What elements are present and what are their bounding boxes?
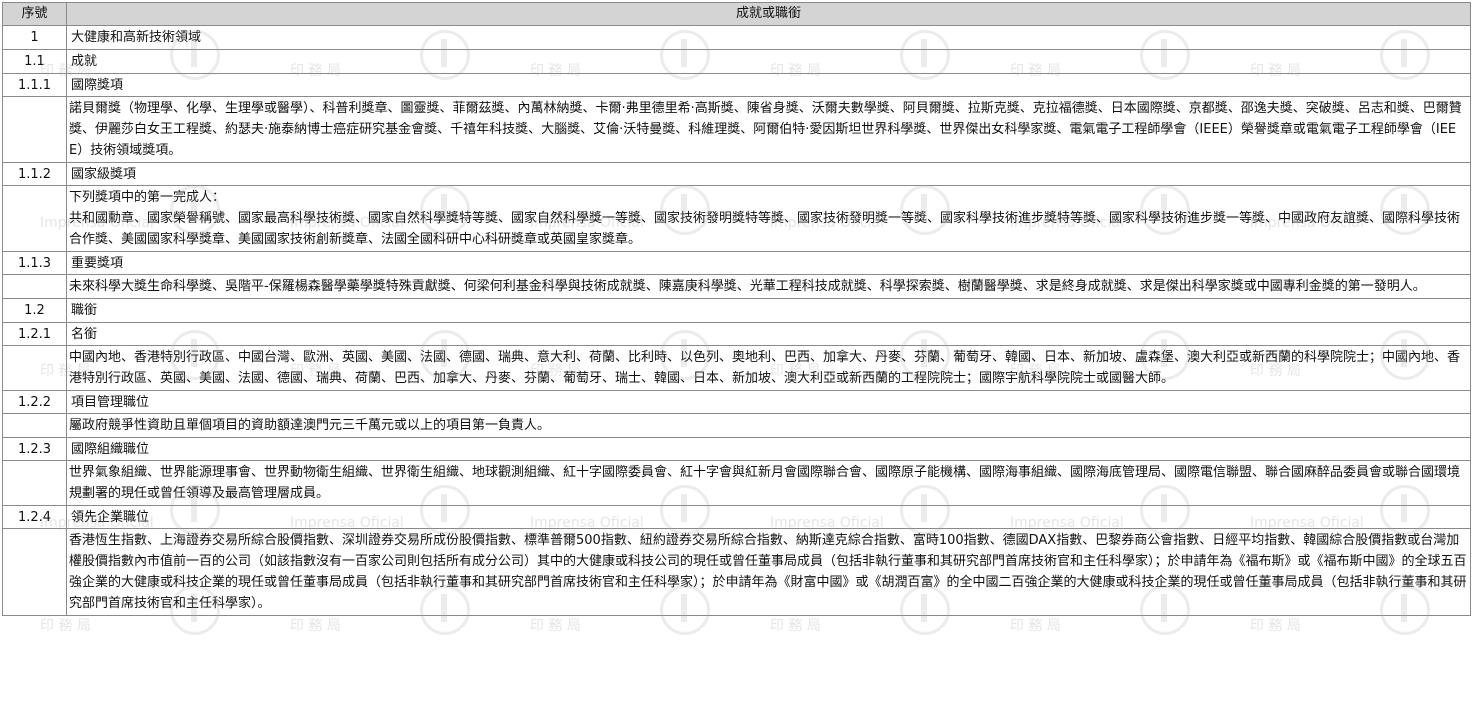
section-content-row: 屬政府競爭性資助且單個項目的資助額達澳門元三千萬元或以上的項目第一負責人。 [2,413,1471,438]
section-heading-row: 1 大健康和高新技術領域 [2,25,1471,50]
section-title: 成就 [66,49,1471,74]
section-number: 1.2.3 [2,437,67,461]
section-title: 國際獎項 [66,73,1471,97]
watermark-text: 印 務 局 [770,618,821,634]
header-achievement-or-title: 成就或職銜 [66,2,1471,26]
section-title: 領先企業職位 [66,505,1471,529]
section-heading-row: 1.2.3 國際組織職位 [2,437,1471,461]
section-content-text: 諾貝爾獎（物理學、化學、生理學或醫學）、科普利獎章、圖靈獎、菲爾茲獎、內萬林納獎… [66,96,1471,163]
empty-number-cell [2,460,67,506]
section-content-text: 未來科學大獎生命科學獎、吳階平-保羅楊森醫學藥學獎特殊貢獻獎、何梁何利基金科學與… [66,274,1471,299]
section-number: 1 [2,25,67,50]
empty-number-cell [2,185,67,252]
section-title: 重要獎項 [66,251,1471,275]
watermark-text: 印 務 局 [530,618,581,634]
table-header-row: 序號 成就或職銜 [2,2,1471,26]
section-heading-row: 1.2.1 名銜 [2,322,1471,346]
section-number: 1.2.1 [2,322,67,346]
section-title: 項目管理職位 [66,390,1471,414]
section-title: 國家級獎項 [66,162,1471,186]
watermark-text: 印 務 局 [1250,618,1301,634]
section-heading-row: 1.2.2 項目管理職位 [2,390,1471,414]
empty-number-cell [2,528,67,616]
section-content-text: 世界氣象組織、世界能源理事會、世界動物衛生組織、世界衛生組織、地球觀測組織、紅十… [66,460,1471,506]
watermark-text: 印 務 局 [290,618,341,634]
section-heading-row: 1.1.3 重要獎項 [2,251,1471,275]
section-content-row: 香港恆生指數、上海證券交易所綜合股價指數、深圳證券交易所成份股價指數、標準普爾5… [2,528,1471,616]
section-title: 職銜 [66,298,1471,323]
section-content-row: 世界氣象組織、世界能源理事會、世界動物衛生組織、世界衛生組織、地球觀測組織、紅十… [2,460,1471,506]
section-heading-row: 1.2.4 領先企業職位 [2,505,1471,529]
regulation-table-container: 序號 成就或職銜 1 大健康和高新技術領域 1.1 成就 1.1.1 國際獎項 諾貝爾獎（物… [2,2,1471,616]
section-content-text: 香港恆生指數、上海證券交易所綜合股價指數、深圳證券交易所成份股價指數、標準普爾5… [66,528,1471,616]
section-content-row: 中國內地、香港特別行政區、中國台灣、歐洲、英國、美國、法國、德國、瑞典、意大利、… [2,345,1471,391]
achievements-table: 序號 成就或職銜 1 大健康和高新技術領域 1.1 成就 1.1.1 國際獎項 諾貝爾獎（物… [2,2,1471,616]
section-number: 1.1.2 [2,162,67,186]
section-number: 1.2.2 [2,390,67,414]
section-content-text: 屬政府競爭性資助且單個項目的資助額達澳門元三千萬元或以上的項目第一負責人。 [66,413,1471,438]
section-content-row: 下列獎項中的第一完成人： 共和國勳章、國家榮譽稱號、國家最高科學技術獎、國家自然… [2,185,1471,252]
section-heading-row: 1.1.1 國際獎項 [2,73,1471,97]
section-number: 1.2 [2,298,67,323]
section-content-text: 中國內地、香港特別行政區、中國台灣、歐洲、英國、美國、法國、德國、瑞典、意大利、… [66,345,1471,391]
section-title: 國際組織職位 [66,437,1471,461]
section-title: 大健康和高新技術領域 [66,25,1471,50]
empty-number-cell [2,345,67,391]
section-number: 1.1.1 [2,73,67,97]
section-content-text: 下列獎項中的第一完成人： 共和國勳章、國家榮譽稱號、國家最高科學技術獎、國家自然… [66,185,1471,252]
section-number: 1.1.3 [2,251,67,275]
section-number: 1.1 [2,49,67,74]
empty-number-cell [2,413,67,438]
section-heading-row: 1.2 職銜 [2,298,1471,323]
section-content-row: 諾貝爾獎（物理學、化學、生理學或醫學）、科普利獎章、圖靈獎、菲爾茲獎、內萬林納獎… [2,96,1471,163]
empty-number-cell [2,96,67,163]
watermark-text: 印 務 局 [1010,618,1061,634]
header-serial-number: 序號 [2,2,67,26]
section-content-row: 未來科學大獎生命科學獎、吳階平-保羅楊森醫學藥學獎特殊貢獻獎、何梁何利基金科學與… [2,274,1471,299]
section-title: 名銜 [66,322,1471,346]
empty-number-cell [2,274,67,299]
section-number: 1.2.4 [2,505,67,529]
watermark-text: 印 務 局 [40,618,91,634]
section-heading-row: 1.1.2 國家級獎項 [2,162,1471,186]
section-heading-row: 1.1 成就 [2,49,1471,74]
